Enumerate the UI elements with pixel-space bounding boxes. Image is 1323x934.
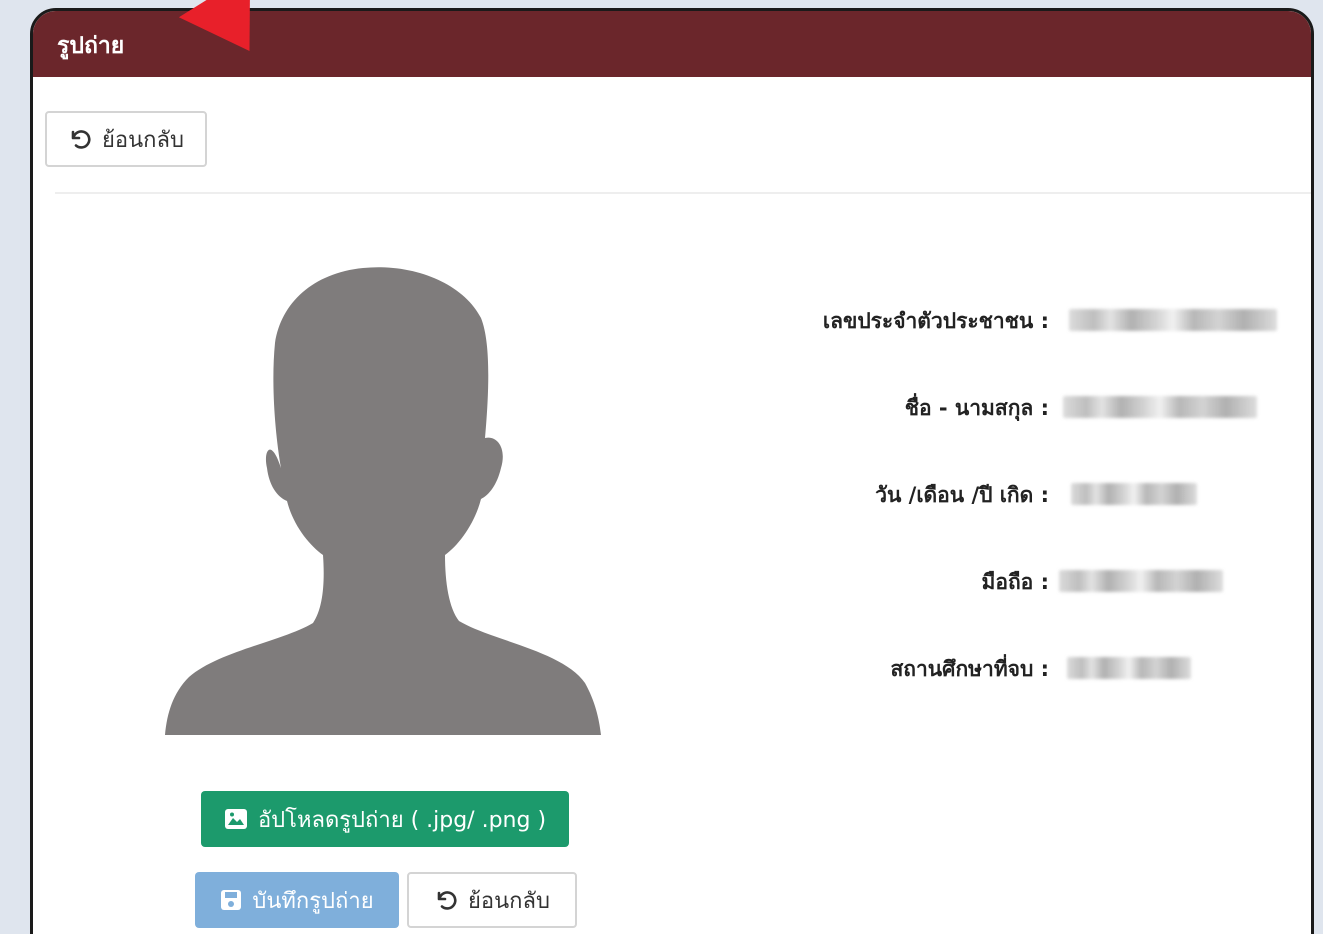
save-button-label: บันทึกรูปถ่าย (252, 888, 374, 914)
avatar-placeholder (165, 267, 601, 735)
undo-icon (71, 130, 91, 149)
name-label: ชื่อ - นามสกุล : (904, 396, 1049, 420)
school-label: สถานศึกษาที่จบ : (890, 657, 1049, 681)
citizen-id-value-redacted (1069, 309, 1277, 331)
image-icon (224, 809, 247, 829)
mobile-label: มือถือ : (981, 570, 1050, 594)
back-button-top[interactable]: ย้อนกลับ (45, 111, 207, 167)
name-value-redacted (1063, 396, 1257, 418)
page-title: รูปถ่าย (57, 33, 125, 59)
undo-icon (437, 891, 457, 910)
back-button-bottom[interactable]: ย้อนกลับ (407, 872, 577, 928)
school-value-redacted (1067, 657, 1191, 679)
citizen-id-label: เลขประจำตัวประชาชน : (822, 309, 1049, 333)
back-button-label: ย้อนกลับ (102, 127, 184, 153)
mobile-value-redacted (1059, 570, 1223, 592)
save-photo-button[interactable]: บันทึกรูปถ่าย (195, 872, 399, 928)
upload-photo-button[interactable]: อัปโหลดรูปถ่าย ( .jpg/ .png ) (201, 791, 569, 847)
floppy-disk-icon (221, 890, 242, 910)
birthdate-label: วัน /เดือน /ปี เกิด : (875, 483, 1049, 507)
back-button-label: ย้อนกลับ (468, 888, 550, 914)
birthdate-value-redacted (1071, 483, 1197, 505)
photo-card: รูปถ่าย ย้อนกลับ อัปโหลดรูปถ่าย ( .jpg/ … (30, 8, 1314, 934)
upload-button-label: อัปโหลดรูปถ่าย ( .jpg/ .png ) (257, 807, 547, 833)
divider (55, 192, 1311, 194)
